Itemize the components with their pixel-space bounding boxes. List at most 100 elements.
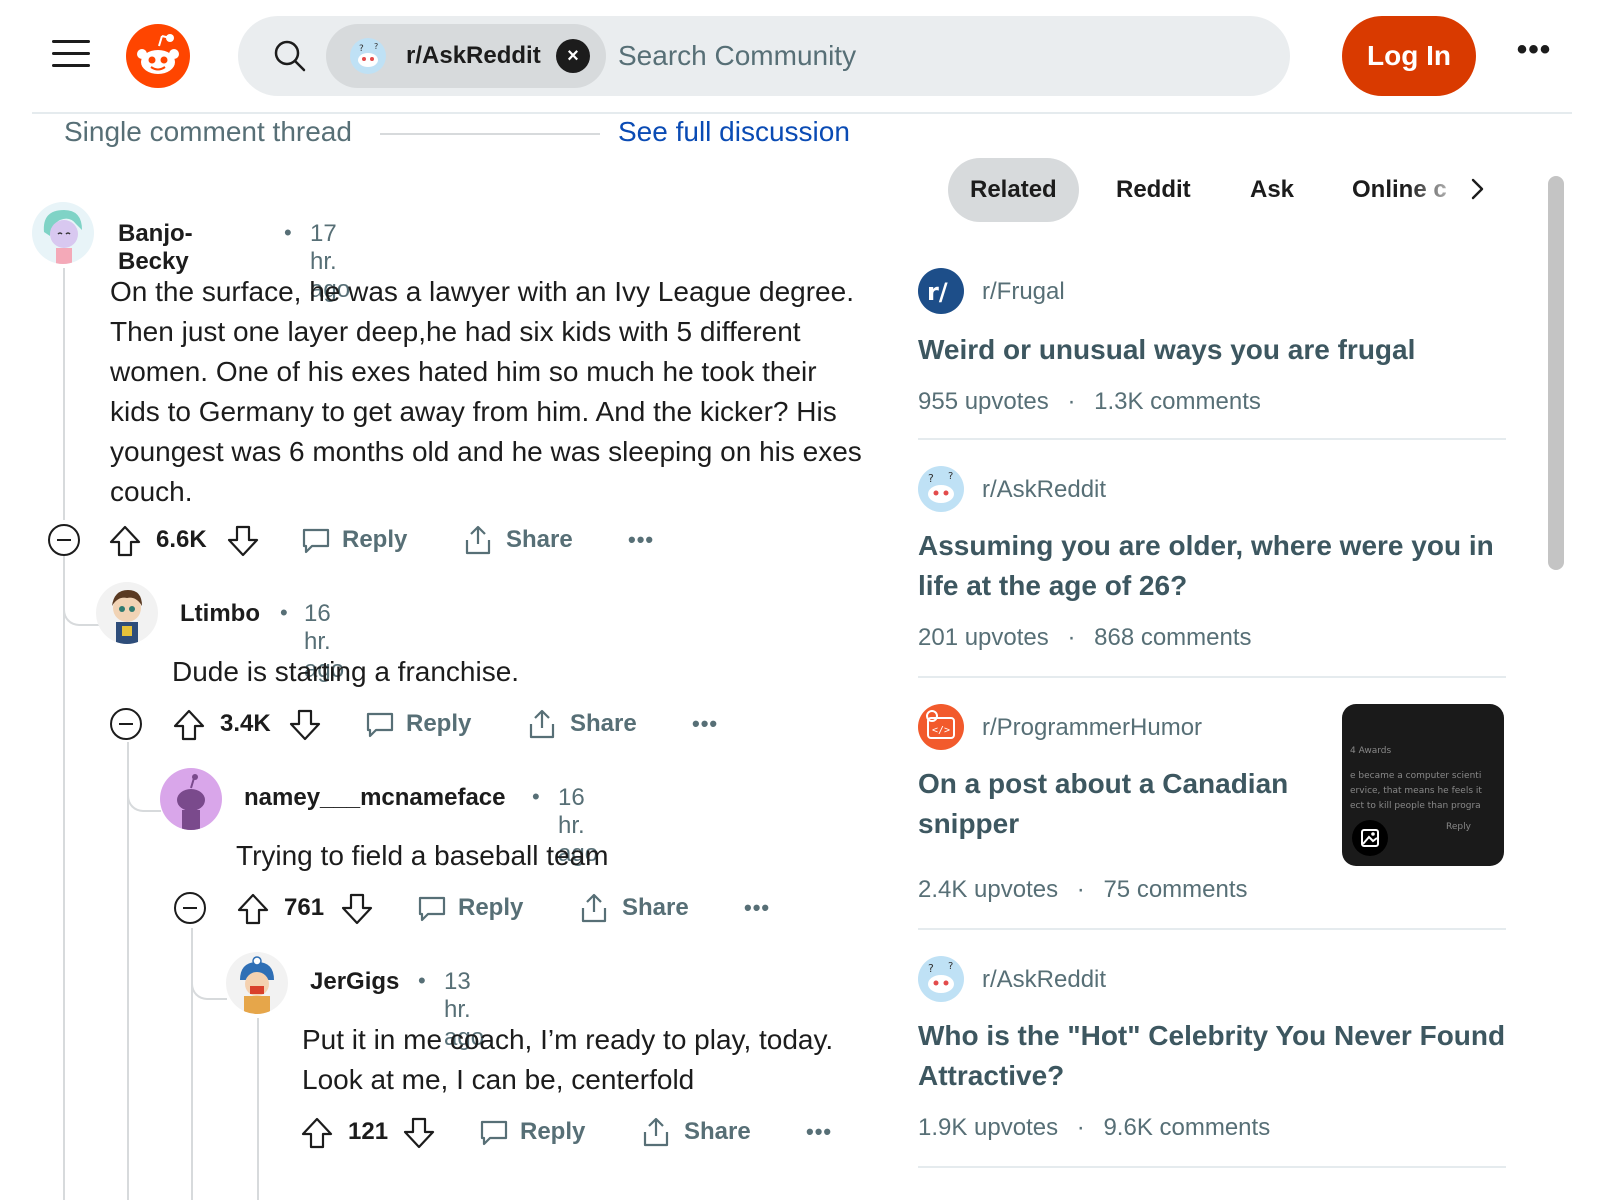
- comment-actions: 3.4K Reply Share •••: [110, 700, 810, 748]
- thread-elbow: [127, 742, 161, 812]
- collapse-icon[interactable]: [48, 524, 80, 556]
- meta-separator: •: [284, 220, 292, 245]
- comment-icon: [366, 712, 394, 738]
- share-label: Share: [506, 526, 573, 553]
- avatar[interactable]: [32, 202, 94, 264]
- frugal-community-icon: r/: [918, 268, 964, 314]
- stat-separator: ·: [1076, 1114, 1085, 1141]
- card-divider: [918, 676, 1506, 678]
- related-post-card[interactable]: ? ? r/AskReddit Assuming you are older, …: [918, 462, 1506, 682]
- card-stats: 201 upvotes · 868 comments: [918, 624, 1252, 652]
- comment-author[interactable]: JerGigs: [310, 968, 399, 996]
- card-subreddit[interactable]: r/AskReddit: [982, 966, 1106, 994]
- reply-button[interactable]: Reply: [478, 1108, 585, 1156]
- reply-button[interactable]: Reply: [300, 516, 407, 564]
- thumbnail-text-line: ect to kill people than progra: [1350, 801, 1481, 811]
- upvote-icon[interactable]: [108, 524, 142, 558]
- svg-text:</>: </>: [932, 725, 950, 736]
- upvote-icon[interactable]: [236, 892, 270, 926]
- card-stats: 2.4K upvotes · 75 comments: [918, 876, 1248, 904]
- thread-bar: Single comment thread See full discussio…: [64, 116, 864, 156]
- card-subreddit[interactable]: r/ProgrammerHumor: [982, 714, 1202, 742]
- post-thumbnail[interactable]: 4 Awards e became a computer scienti erv…: [1342, 704, 1504, 866]
- downvote-icon[interactable]: [340, 892, 374, 926]
- card-stats: 955 upvotes · 1.3K comments: [918, 388, 1261, 416]
- reply-button[interactable]: Reply: [416, 884, 523, 932]
- meta-separator: •: [280, 600, 288, 625]
- share-button[interactable]: Share: [578, 884, 689, 932]
- divider: [380, 133, 600, 135]
- card-subreddit[interactable]: r/Frugal: [982, 278, 1065, 306]
- share-button[interactable]: Share: [462, 516, 573, 564]
- upvote-icon[interactable]: [172, 708, 206, 742]
- reply-label: Reply: [458, 894, 524, 921]
- card-title[interactable]: On a post about a Canadian snipper: [918, 764, 1318, 844]
- tab-related[interactable]: Related: [948, 158, 1079, 222]
- vote-score: 6.6K: [156, 526, 207, 553]
- more-icon[interactable]: •••: [806, 1108, 832, 1156]
- share-label: Share: [570, 710, 637, 737]
- comment-author[interactable]: Ltimbo: [180, 600, 260, 628]
- community-chip[interactable]: ? ? r/AskReddit ×: [326, 24, 606, 88]
- card-comments: 868 comments: [1094, 624, 1252, 651]
- downvote-icon[interactable]: [402, 1116, 436, 1150]
- svg-text:?: ?: [374, 42, 378, 51]
- downvote-icon[interactable]: [226, 524, 260, 558]
- collapse-icon[interactable]: [174, 892, 206, 924]
- related-post-card[interactable]: r/ r/Frugal Weird or unusual ways you ar…: [918, 264, 1506, 444]
- thumbnail-text-line: e became a computer scienti: [1350, 771, 1482, 781]
- scrollbar[interactable]: [1548, 176, 1564, 570]
- collapse-icon[interactable]: [110, 708, 142, 740]
- search-input[interactable]: [618, 32, 1218, 80]
- avatar[interactable]: [96, 582, 158, 644]
- card-title[interactable]: Assuming you are older, where were you i…: [918, 526, 1506, 606]
- more-icon[interactable]: •••: [692, 700, 718, 748]
- card-upvotes: 201 upvotes: [918, 624, 1049, 651]
- more-icon[interactable]: •••: [1514, 35, 1554, 74]
- more-icon[interactable]: •••: [744, 884, 770, 932]
- card-subreddit[interactable]: r/AskReddit: [982, 476, 1106, 504]
- tab-reddit[interactable]: Reddit: [1116, 158, 1191, 222]
- thread-rail: [257, 1018, 259, 1200]
- downvote-icon[interactable]: [288, 708, 322, 742]
- comment-body: Trying to field a baseball team: [236, 840, 609, 871]
- related-post-card[interactable]: </> r/ProgrammerHumor On a post about a …: [918, 700, 1506, 936]
- close-icon[interactable]: ×: [556, 39, 590, 73]
- top-header: ? ? r/AskReddit × Log In •••: [0, 0, 1600, 112]
- thumbnail-text-line: ervice, that means he feels it: [1350, 786, 1482, 796]
- share-label: Share: [684, 1118, 751, 1145]
- search-bar[interactable]: ? ? r/AskReddit ×: [238, 16, 1290, 96]
- login-button[interactable]: Log In: [1342, 16, 1476, 96]
- card-upvotes: 1.9K upvotes: [918, 1114, 1059, 1141]
- card-divider: [918, 1166, 1506, 1168]
- see-full-discussion-link[interactable]: See full discussion: [618, 116, 850, 148]
- tab-ask[interactable]: Ask: [1250, 158, 1294, 222]
- svg-text:?: ?: [948, 961, 953, 972]
- comment-author[interactable]: namey___mcnameface: [244, 784, 506, 812]
- upvote-icon[interactable]: [300, 1116, 334, 1150]
- svg-text:?: ?: [928, 472, 934, 485]
- reddit-logo-icon[interactable]: [126, 24, 190, 88]
- more-icon[interactable]: •••: [628, 516, 654, 564]
- avatar[interactable]: [226, 952, 288, 1014]
- thread-elbow: [191, 928, 227, 1000]
- hamburger-icon[interactable]: [52, 38, 90, 70]
- card-title[interactable]: Who is the "Hot" Celebrity You Never Fou…: [918, 1016, 1506, 1096]
- share-icon: [529, 709, 555, 739]
- share-icon: [643, 1117, 669, 1147]
- chevron-right-icon[interactable]: [1462, 174, 1492, 204]
- comment-body: Dude is starting a franchise.: [172, 656, 520, 687]
- card-comments: 1.3K comments: [1094, 388, 1261, 415]
- share-button[interactable]: Share: [640, 1108, 751, 1156]
- card-divider: [918, 438, 1506, 440]
- share-button[interactable]: Share: [526, 700, 637, 748]
- meta-separator: •: [532, 784, 540, 809]
- related-post-card[interactable]: ? ? r/AskReddit Who is the "Hot" Celebri…: [918, 952, 1506, 1200]
- card-title[interactable]: Weird or unusual ways you are frugal: [918, 330, 1506, 370]
- card-upvotes: 2.4K upvotes: [918, 876, 1059, 903]
- avatar[interactable]: [160, 768, 222, 830]
- thread-elbow: [63, 556, 99, 626]
- reply-label: Reply: [520, 1118, 586, 1145]
- reply-button[interactable]: Reply: [364, 700, 471, 748]
- comment-author[interactable]: Banjo-Becky: [118, 220, 193, 276]
